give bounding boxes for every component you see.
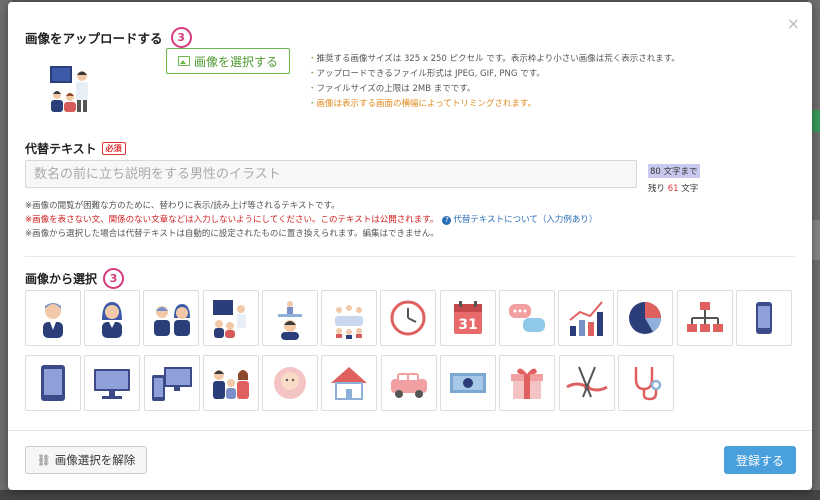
step-badge: 3 [170,27,192,48]
image-gallery: 31 [25,290,795,420]
gallery-row-1: 31 [25,290,795,346]
gallery-item-gift[interactable] [499,355,556,411]
gallery-item-clock[interactable] [380,290,437,346]
alt-text-input[interactable] [25,160,637,188]
man-icon [42,303,63,338]
note-filesize: ファイルサイズの上限は 2MB までです。 [308,82,680,97]
baby-icon [274,367,307,399]
gallery-item-money[interactable] [440,355,497,411]
couple-icon [154,304,191,336]
gift-icon [511,368,544,399]
upload-notes: 推奨する画像サイズは 325 x 250 ピクセル です。表示枠より小さい画像は… [308,52,680,112]
chat-icon [508,304,545,332]
gallery-item-family[interactable] [202,355,259,411]
section-divider [25,256,795,257]
gallery-item-baby[interactable] [262,355,319,411]
pie-chart-icon [629,302,662,334]
note-trimming: 画像は表示する画面の横幅によってトリミングされます。 [308,97,680,112]
house-icon [331,367,368,400]
upload-title-text: 画像をアップロードする [25,31,163,46]
required-badge: 必須 [101,142,126,155]
select-image-label: 画像を選択する [193,54,278,69]
gallery-row-2 [25,355,795,411]
gallery-item-org-chart[interactable] [676,290,733,346]
calendar-icon: 31 [453,301,482,334]
growth-chart-icon [569,301,604,336]
meeting-icon [335,305,364,339]
image-upload-modal: × 画像をアップロードする 3 画像を選択する 推奨する画像サイズは 325 x… [8,2,812,490]
alt-note-1: ※画像の閲覧が困難な方のために、替わりに表示/読み上げ等されるテキストです。 [25,201,340,211]
monitor-icon [94,369,131,399]
alt-text-notes: ※画像の閲覧が困難な方のために、替わりに表示/読み上げ等されるテキストです。 ※… [25,199,597,241]
gallery-item-tablet[interactable] [25,355,81,411]
clock-icon [390,300,426,336]
footer-divider [8,430,812,431]
alt-note-2: ※画像を表さない文、関係のない文章などは入力しないようにしてください。このテキス… [25,215,439,225]
remain-suffix: 文字 [678,184,699,194]
step-badge: 3 [103,268,125,289]
char-limit: 80 文字まで [648,164,700,178]
gallery-item-growth-chart[interactable] [558,290,615,346]
money-icon [450,373,487,393]
gallery-item-man[interactable] [25,290,81,346]
alt-note-2-row: ※画像を表さない文、関係のない文章などは入力しないようにしてください。このテキス… [25,213,597,227]
speaker-icon [277,301,302,340]
chars-remaining: 残り 61 文字 [648,182,698,194]
close-icon[interactable]: × [787,16,800,32]
upload-section-title: 画像をアップロードする 3 [25,27,192,48]
submit-button[interactable]: 登録する [724,446,796,474]
alt-help-link[interactable]: 代替テキストについて（入力例あり） [453,215,597,225]
alt-text-label: 代替テキスト 必須 [25,140,126,157]
alt-note-3: ※画像から選択した場合は代替テキストは自動的に設定されたものに置き換えられます。… [25,229,439,239]
family-icon [212,370,249,399]
gallery-item-pie-chart[interactable] [617,290,674,346]
remain-prefix: 残り [648,184,668,194]
gallery-section-title: 画像から選択 3 [25,268,125,289]
smartphone-icon [755,302,772,334]
select-image-button[interactable]: 画像を選択する [166,48,290,74]
image-icon [177,56,190,66]
gallery-item-smartphone[interactable] [735,290,792,346]
help-icon: ? [442,216,452,225]
remain-count: 61 [667,184,679,194]
gallery-item-chat[interactable] [498,290,555,346]
woman-icon [102,302,123,338]
gallery-item-car[interactable] [380,355,437,411]
gallery-item-woman[interactable] [84,290,141,346]
clear-selection-label: 画像選択を解除 [54,453,136,467]
calendar-day: 31 [458,317,477,333]
gallery-item-calendar[interactable]: 31 [439,290,496,346]
devices-icon [151,367,192,401]
gallery-item-house[interactable] [321,355,378,411]
stethoscope-icon [634,367,662,401]
gallery-item-speaker[interactable] [261,290,318,346]
presenter-icon [212,300,246,338]
background-page-bottom [0,490,820,500]
gallery-item-devices[interactable] [143,355,200,411]
gallery-item-stethoscope[interactable] [617,355,674,411]
gallery-item-monitor[interactable] [84,355,141,411]
car-icon [390,373,427,398]
scissors-ribbon-icon [565,366,608,398]
note-format: アップロードできるファイル形式は JPEG, GIF, PNG です。 [308,67,680,82]
gallery-item-scissors-ribbon[interactable] [558,355,615,411]
org-chart-icon [686,302,723,332]
gallery-item-couple[interactable] [143,290,200,346]
tablet-icon [41,365,65,401]
clear-selection-button[interactable]: ⛓ 画像選択を解除 [25,446,147,474]
alt-text-label-text: 代替テキスト [25,142,97,156]
note-size: 推奨する画像サイズは 325 x 250 ピクセル です。表示枠より小さい画像は… [308,52,680,67]
gallery-item-meeting[interactable] [321,290,378,346]
gallery-item-presenter[interactable] [202,290,259,346]
presenter-preview-image [50,66,88,112]
unlink-icon: ⛓ [36,453,51,467]
gallery-title-text: 画像から選択 [25,272,98,286]
